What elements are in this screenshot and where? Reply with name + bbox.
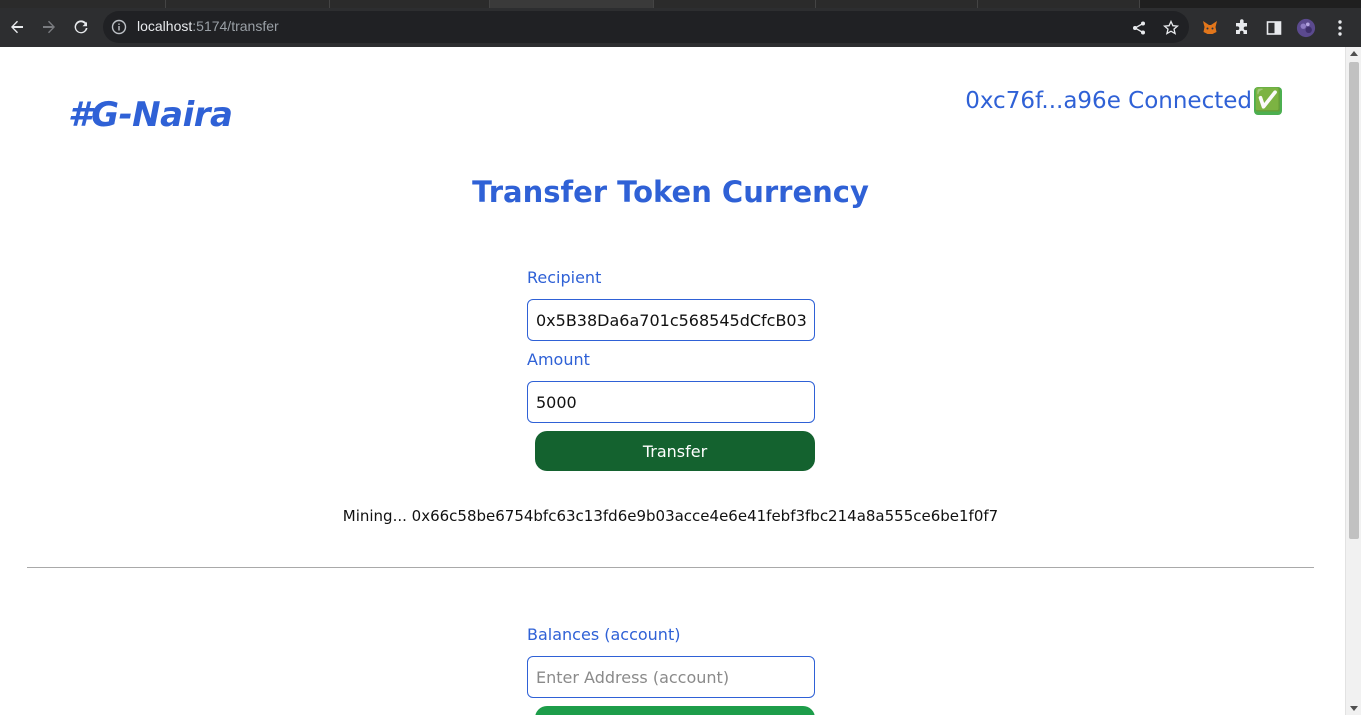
amount-input[interactable]: [527, 381, 815, 423]
wallet-address-text: 0xc76f...a96e Connected: [965, 88, 1252, 114]
transfer-button[interactable]: Transfer: [535, 431, 815, 471]
page-title: Transfer Token Currency: [472, 175, 869, 209]
connected-check-icon: ✅: [1254, 87, 1282, 115]
section-divider: [27, 567, 1314, 568]
url-path: :5174/transfer: [192, 18, 279, 34]
address-bar[interactable]: localhost:5174/transfer: [103, 11, 1189, 43]
scroll-up-arrow-icon[interactable]: [1350, 51, 1358, 56]
site-info-icon[interactable]: [111, 19, 127, 35]
recipient-input[interactable]: [527, 299, 815, 341]
tab-strip: [0, 0, 1361, 8]
scroll-down-arrow-icon[interactable]: [1350, 706, 1358, 711]
page-scrollbar[interactable]: [1345, 47, 1361, 715]
forward-icon[interactable]: [38, 16, 60, 38]
browser-tab[interactable]: [330, 0, 490, 8]
browser-tab[interactable]: [0, 0, 166, 8]
scrollbar-thumb[interactable]: [1349, 62, 1359, 539]
browser-menu-icon[interactable]: [1330, 18, 1350, 38]
wallet-status: 0xc76f...a96e Connected ✅: [965, 87, 1282, 115]
url-host: localhost: [137, 18, 193, 34]
brand-logo[interactable]: #G-Naira: [68, 95, 233, 135]
extensions-puzzle-icon[interactable]: [1232, 18, 1252, 38]
browser-tab[interactable]: [816, 0, 978, 8]
balance-address-input[interactable]: [527, 656, 815, 698]
browser-tab[interactable]: [978, 0, 1140, 8]
share-icon[interactable]: [1130, 19, 1148, 37]
side-panel-icon[interactable]: [1264, 18, 1284, 38]
browser-tab-active[interactable]: [490, 0, 654, 8]
browser-tab[interactable]: [166, 0, 330, 8]
url-text: localhost:5174/transfer: [137, 18, 279, 34]
amount-label: Amount: [527, 350, 590, 369]
back-icon[interactable]: [6, 16, 28, 38]
check-balance-button[interactable]: [535, 706, 815, 715]
mining-status: Mining... 0x66c58be6754bfc63c13fd6e9b03a…: [342, 507, 999, 525]
metamask-fox-icon[interactable]: [1200, 18, 1220, 38]
bookmark-star-icon[interactable]: [1162, 19, 1180, 37]
recipient-label: Recipient: [527, 268, 602, 287]
page-content: #G-Naira 0xc76f...a96e Connected ✅ Trans…: [0, 47, 1345, 715]
balances-label: Balances (account): [527, 625, 681, 644]
browser-tab[interactable]: [654, 0, 816, 8]
browser-toolbar: localhost:5174/transfer: [0, 8, 1361, 47]
profile-avatar-icon[interactable]: [1296, 18, 1316, 38]
reload-icon[interactable]: [70, 16, 92, 38]
